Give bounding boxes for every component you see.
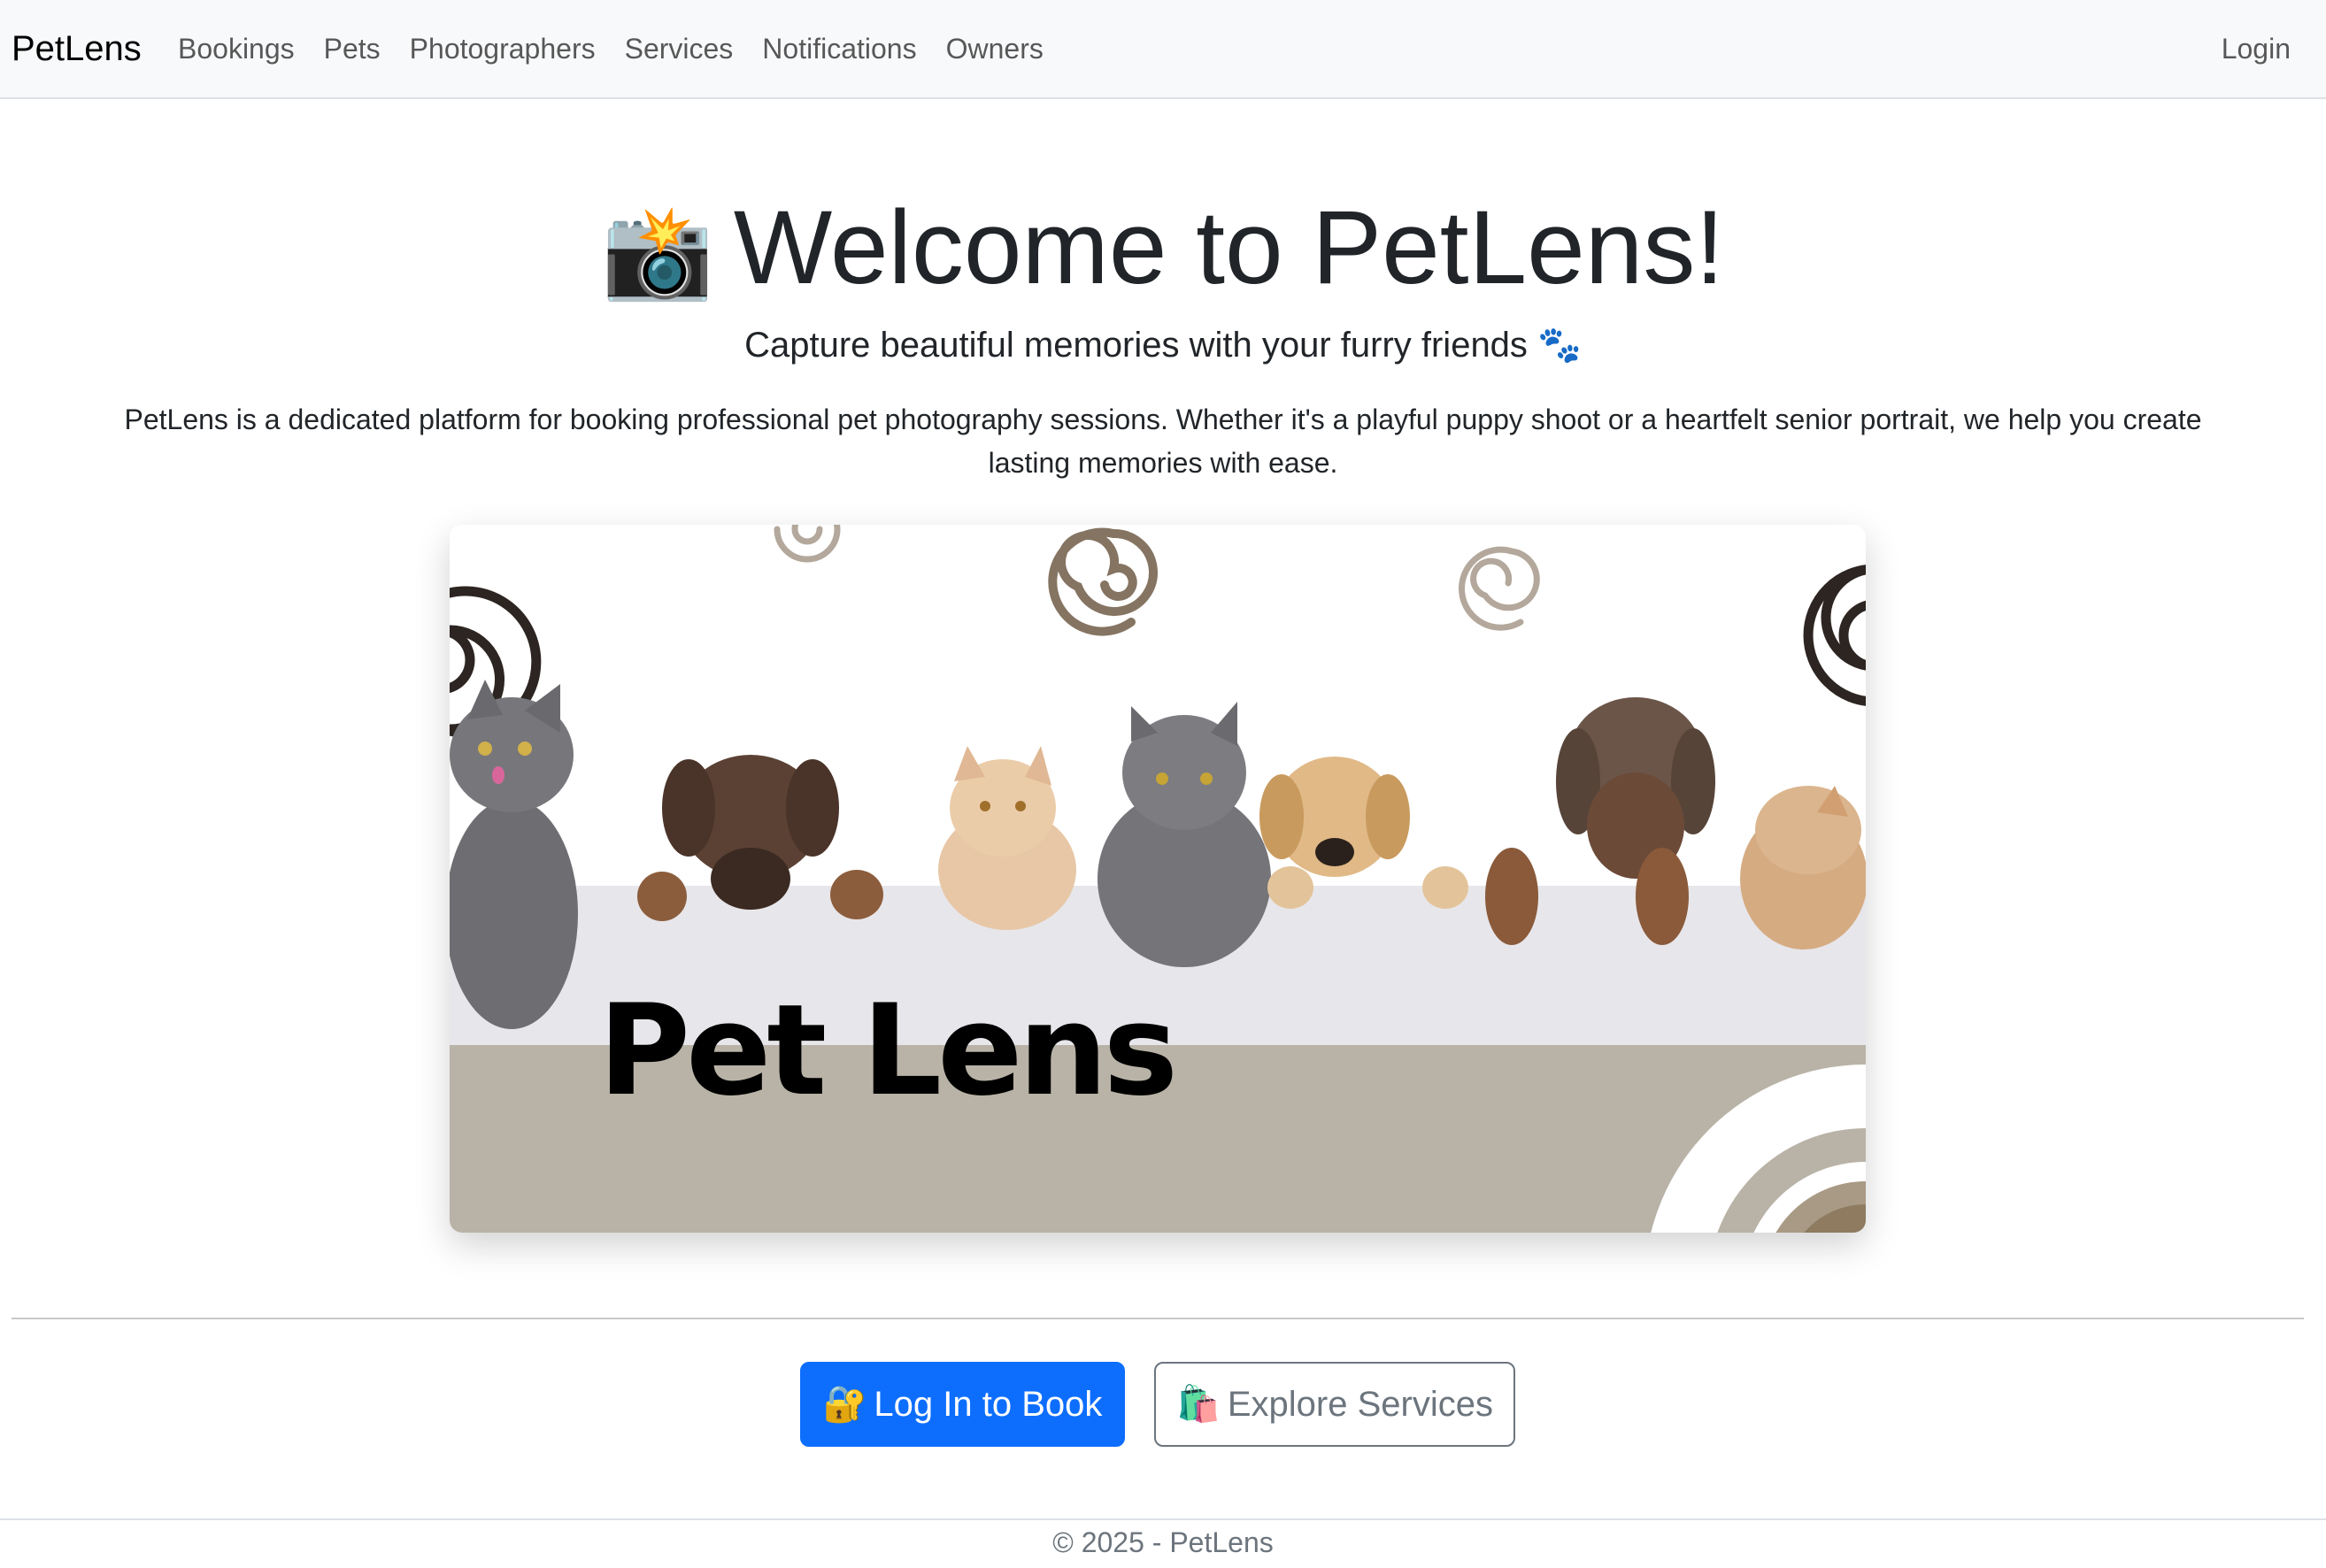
login-link[interactable]: Login — [2222, 27, 2291, 71]
shopping-bags-icon: 🛍️ — [1176, 1385, 1221, 1424]
nav-link-bookings[interactable]: Bookings — [178, 27, 295, 71]
nav-link-pets[interactable]: Pets — [324, 27, 381, 71]
brand-logo-link[interactable]: PetLens — [12, 27, 142, 71]
footer-border — [0, 1518, 2326, 1520]
hero-subtitle-text: Capture beautiful memories with your fur… — [744, 326, 1528, 365]
nav-link-photographers[interactable]: Photographers — [410, 27, 596, 71]
grey-kitten-left — [450, 680, 578, 1029]
banner-artwork — [450, 525, 1866, 1233]
nav-links: Bookings Pets Photographers Services Not… — [178, 27, 1073, 71]
camera-flash-icon: 📸 — [601, 202, 714, 303]
page-title: 📸 Welcome to PetLens! — [0, 186, 2326, 314]
paw-prints-icon: 🐾 — [1537, 326, 1582, 365]
top-navbar: PetLens Bookings Pets Photographers Serv… — [0, 0, 2326, 99]
pet-lens-banner-image: Pet Lens — [450, 525, 1866, 1233]
section-divider — [12, 1318, 2304, 1319]
page-title-text: Welcome to PetLens! — [733, 189, 1725, 306]
log-in-to-book-button[interactable]: 🔐 Log In to Book — [800, 1362, 1125, 1447]
lock-with-key-icon: 🔐 — [822, 1385, 867, 1424]
nav-link-owners[interactable]: Owners — [946, 27, 1044, 71]
explore-services-button[interactable]: 🛍️ Explore Services — [1154, 1362, 1515, 1447]
nav-link-services[interactable]: Services — [625, 27, 734, 71]
explore-services-label: Explore Services — [1227, 1385, 1493, 1424]
footer-copyright: © 2025 - PetLens — [1052, 1526, 1274, 1558]
hero-description: PetLens is a dedicated platform for book… — [124, 404, 2202, 479]
log-in-to-book-label: Log In to Book — [874, 1385, 1103, 1424]
banner-title: Pet Lens — [598, 978, 1178, 1124]
nav-link-notifications[interactable]: Notifications — [762, 27, 916, 71]
hero-subtitle: Capture beautiful memories with your fur… — [0, 320, 2326, 370]
